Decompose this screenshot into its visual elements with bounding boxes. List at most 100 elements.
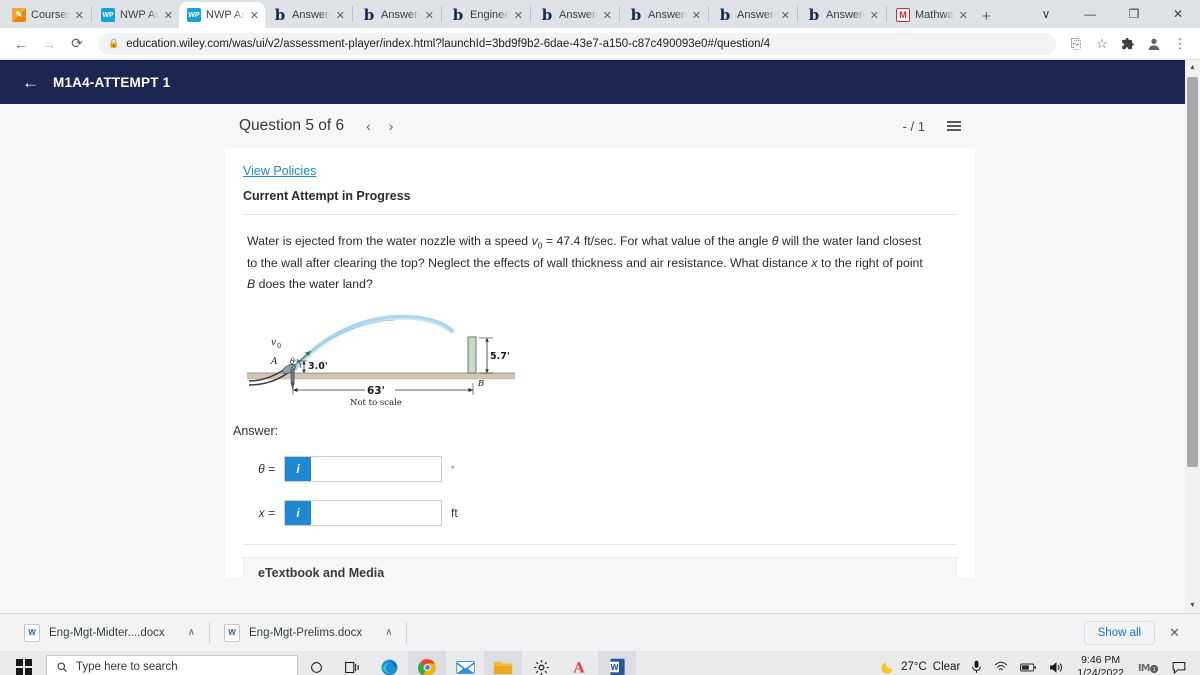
x-variable-label: x = [258,506,275,521]
word-document-icon [224,623,241,642]
microphone-icon[interactable] [965,660,988,674]
tab-close-icon[interactable]: ✕ [959,9,968,22]
answer-row-theta: θ = i ° [225,456,975,483]
bookmark-star-icon[interactable]: ☆ [1090,32,1114,56]
browser-tab-answered-6[interactable]: b Answered ✕ [799,2,885,28]
tab-search-icon[interactable]: ∨ [1024,0,1068,28]
browser-tab-mathway[interactable]: M Mathway ✕ [888,2,974,28]
browser-window: ✎ Courses ✕ WP NWP Ass ✕ WP NWP Ass ✕ b … [0,0,1200,675]
new-tab-button[interactable]: + [974,8,999,28]
svg-text:Not to scale: Not to scale [350,398,402,408]
edge-icon[interactable] [370,651,408,675]
lock-icon: 🔒 [108,38,120,48]
taskbar-clock[interactable]: 9:46 PM 1/24/2022 [1069,654,1132,675]
download-bar: Eng-Mgt-Midter....docx ∧ Eng-Mgt-Prelims… [0,613,1200,651]
forward-icon[interactable]: → [36,31,62,57]
autodesk-icon[interactable]: A [560,651,598,675]
question-card: Question 5 of 6 ‹ › - / 1 View Policies … [225,104,975,578]
minimize-button[interactable]: — [1068,0,1112,28]
scroll-down-icon[interactable]: ▼ [1185,598,1200,613]
weather-widget[interactable]: 27°C Clear [875,660,965,675]
browser-tab-answered-2[interactable]: b Answered ✕ [354,2,440,28]
tab-label: Answered [559,9,598,21]
divider [243,544,957,546]
etextbook-and-media-bar[interactable]: eTextbook and Media [243,557,957,578]
info-badge-icon[interactable]: i [285,457,311,482]
wifi-icon[interactable] [988,661,1014,673]
answer-row-x: x = i ft [225,500,975,527]
tab-label: Answered [381,9,420,21]
browser-tab-answered-1[interactable]: b Answered ✕ [265,2,351,28]
x-input[interactable] [311,501,441,526]
download-menu-caret-icon[interactable]: ∧ [188,627,195,638]
chegg-icon: b [808,5,820,24]
mail-icon[interactable] [446,651,484,675]
question-text-part1: Water is ejected from the water nozzle w… [247,234,532,248]
browser-tab-nwp-2-active[interactable]: WP NWP Ass ✕ [179,2,265,28]
tab-close-icon[interactable]: ✕ [75,9,84,22]
question-list-icon[interactable] [947,121,961,131]
assessment-body: Question 5 of 6 ‹ › - / 1 View Policies … [0,104,1200,613]
info-badge-icon[interactable]: i [285,501,311,526]
profile-avatar-icon[interactable] [1142,32,1166,56]
maximize-button[interactable]: ❐ [1112,0,1156,28]
volume-icon[interactable] [1043,661,1069,674]
view-policies-link[interactable]: View Policies [243,164,316,178]
back-icon[interactable]: ← [8,31,34,57]
download-item-2[interactable]: Eng-Mgt-Prelims.docx ∧ [210,618,406,648]
tab-close-icon[interactable]: ✕ [164,9,173,22]
close-window-button[interactable]: ✕ [1156,0,1200,28]
chegg-icon: b [363,5,375,24]
scrollbar-thumb[interactable] [1187,77,1198,467]
share-icon[interactable]: ⎘ [1064,32,1088,56]
svg-text:3.0': 3.0' [308,361,328,372]
tab-label: Answered [737,9,776,21]
battery-icon[interactable] [1014,662,1043,673]
download-menu-caret-icon[interactable]: ∧ [385,627,392,638]
tab-close-icon[interactable]: ✕ [250,9,259,22]
tab-close-icon[interactable]: ✕ [692,9,701,22]
word-icon[interactable]: W [598,651,636,675]
prev-question-icon[interactable]: ‹ [366,118,371,134]
extensions-puzzle-icon[interactable] [1116,32,1140,56]
browser-tab-courses[interactable]: ✎ Courses ✕ [4,2,90,28]
tab-label: Engineeri [470,9,509,21]
browser-tab-nwp-1[interactable]: WP NWP Ass ✕ [93,2,179,28]
page-scrollbar[interactable]: ▲ ▼ [1185,60,1200,613]
tab-close-icon[interactable]: ✕ [425,9,434,22]
tab-close-icon[interactable]: ✕ [870,9,879,22]
browser-tab-answered-5[interactable]: b Answered ✕ [710,2,796,28]
tab-close-icon[interactable]: ✕ [781,9,790,22]
svg-text:θ: θ [290,357,295,366]
browser-tab-answered-4[interactable]: b Answered ✕ [621,2,707,28]
close-download-bar-icon[interactable]: ✕ [1155,625,1190,641]
windows-start-icon[interactable] [4,651,44,675]
tab-close-icon[interactable]: ✕ [514,9,523,22]
notification-badge-icon[interactable]: IM1 [1132,660,1166,675]
taskbar-search-box[interactable]: Type here to search [46,655,298,675]
cortana-circle-icon[interactable] [298,651,334,675]
chrome-icon[interactable] [408,651,446,675]
browser-tab-answered-3[interactable]: b Answered ✕ [532,2,618,28]
back-arrow-icon[interactable]: ← [22,74,39,91]
chegg-icon: b [719,5,731,24]
theta-input[interactable] [311,457,441,482]
next-question-icon[interactable]: › [389,118,394,134]
tab-close-icon[interactable]: ✕ [603,9,612,22]
task-view-icon[interactable] [334,651,370,675]
settings-gear-icon[interactable] [522,651,560,675]
show-all-downloads-button[interactable]: Show all [1083,620,1156,645]
tab-label: Answered [826,9,865,21]
search-placeholder: Type here to search [76,661,178,673]
download-item-1[interactable]: Eng-Mgt-Midter....docx ∧ [10,618,209,648]
scroll-up-icon[interactable]: ▲ [1185,60,1200,75]
file-explorer-icon[interactable] [484,651,522,675]
list-line [947,129,961,131]
reload-icon[interactable]: ⟳ [64,31,90,57]
browser-menu-icon[interactable]: ⋮ [1168,32,1192,56]
browser-tab-engineering[interactable]: b Engineeri ✕ [443,2,529,28]
question-meta: View Policies Current Attempt in Progres… [225,162,975,215]
action-center-icon[interactable] [1166,661,1192,674]
tab-close-icon[interactable]: ✕ [336,9,345,22]
address-bar[interactable]: 🔒 education.wiley.com/was/ui/v2/assessme… [98,32,1056,55]
